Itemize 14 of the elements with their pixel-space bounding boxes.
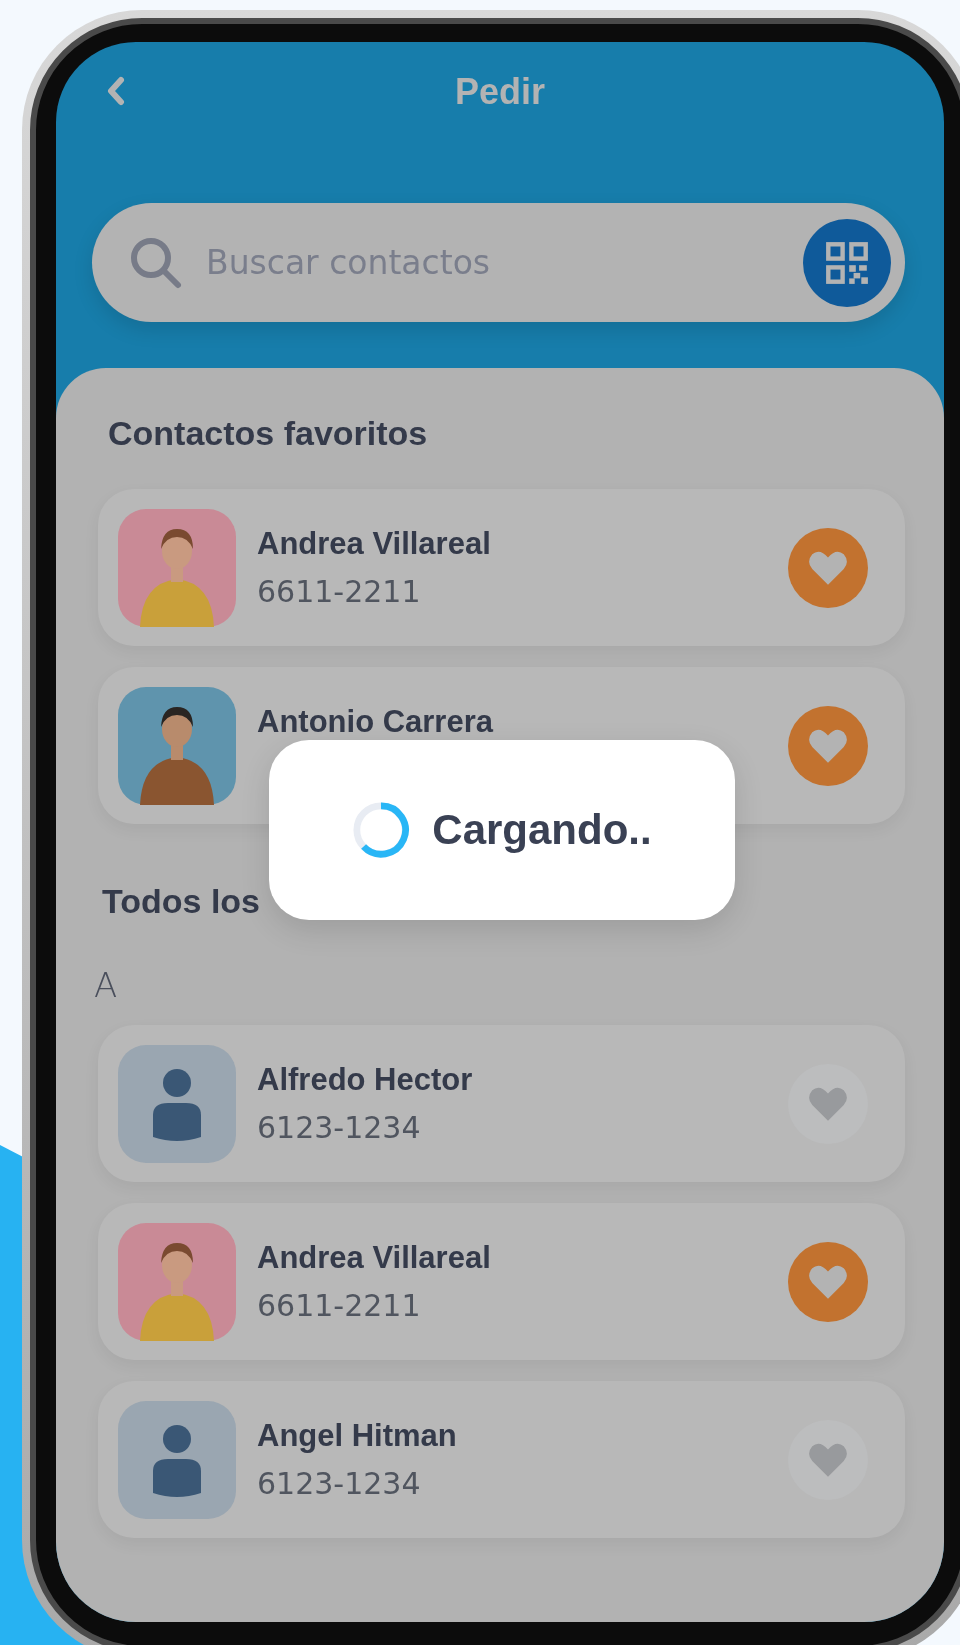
phone-number: 6123-1234 bbox=[257, 1110, 422, 1145]
phone-number: 6611-2211 bbox=[257, 574, 422, 609]
screen-title: Pedir bbox=[454, 71, 545, 113]
section-title: Todos los bbox=[102, 882, 262, 921]
contact-name: Angel Hitman bbox=[257, 1418, 458, 1454]
contact-name: Antonio Carrera bbox=[257, 704, 495, 740]
section-title: Contactos favoritos bbox=[108, 414, 429, 453]
contact-name: Alfredo Hector bbox=[257, 1062, 474, 1098]
loading-text: Cargando.. bbox=[432, 806, 652, 854]
phone-number: 6123-1234 bbox=[257, 1466, 422, 1501]
contact-name: Andrea Villareal bbox=[257, 526, 492, 562]
phone-number: 6611-2211 bbox=[257, 1288, 422, 1323]
letter-header: A bbox=[94, 965, 119, 1005]
contact-name: Andrea Villareal bbox=[257, 1240, 492, 1276]
